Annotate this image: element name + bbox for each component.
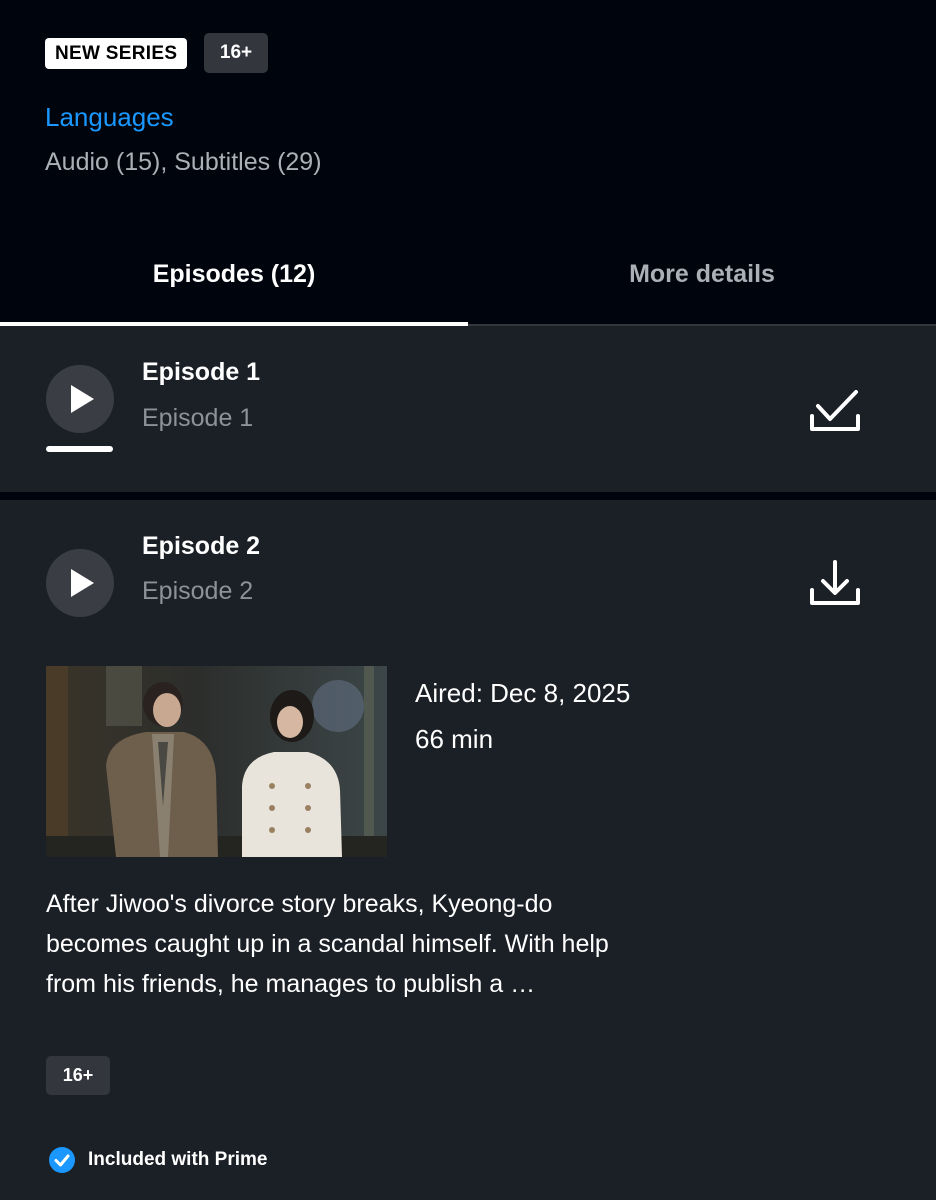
episode-synopsis: After Jiwoo's divorce story breaks, Kyeo… (46, 890, 609, 998)
episode-row[interactable]: Episode 1 Episode 1 (0, 326, 936, 492)
languages-link[interactable]: Languages (45, 102, 174, 133)
tab-more-details[interactable]: More details (468, 240, 936, 326)
download-icon (810, 560, 860, 605)
maturity-rating-badge: 16+ (46, 1056, 110, 1095)
episode-still-image (46, 666, 387, 857)
episode-title: Episode 2 (142, 532, 261, 560)
play-icon (71, 569, 94, 597)
maturity-rating-badge: 16+ (204, 33, 268, 73)
check-download-icon (810, 390, 860, 431)
play-icon (71, 385, 94, 413)
watch-progress-bar (46, 446, 113, 452)
check-circle-icon (49, 1147, 75, 1173)
episode-thumbnail[interactable] (46, 666, 387, 857)
new-series-badge: NEW SERIES (45, 38, 188, 69)
runtime: 66 min (415, 724, 494, 754)
episode-title: Episode 1 (142, 358, 261, 386)
languages-values: Audio (15), Subtitles (29) (45, 148, 322, 176)
play-button[interactable] (46, 549, 114, 617)
episode-subtitle: Episode 1 (142, 404, 254, 432)
downloaded-button[interactable] (806, 384, 864, 440)
included-with-prime-label: Included with Prime (88, 1149, 268, 1170)
play-button[interactable] (46, 365, 114, 433)
episode-subtitle: Episode 2 (142, 577, 254, 605)
details-header: NEW SERIES 16+ Languages Audio (15), Sub… (0, 0, 936, 326)
episode-row-expanded[interactable]: Episode 2 Episode 2 Aired: Dec 8, 2025 6… (0, 500, 936, 1200)
tab-episodes[interactable]: Episodes (12) (0, 240, 468, 326)
aired-date: Aired: Dec 8, 2025 (415, 678, 631, 708)
download-button[interactable] (806, 558, 864, 614)
row-separator (0, 492, 936, 500)
tab-bar: Episodes (12) More details (0, 240, 936, 326)
